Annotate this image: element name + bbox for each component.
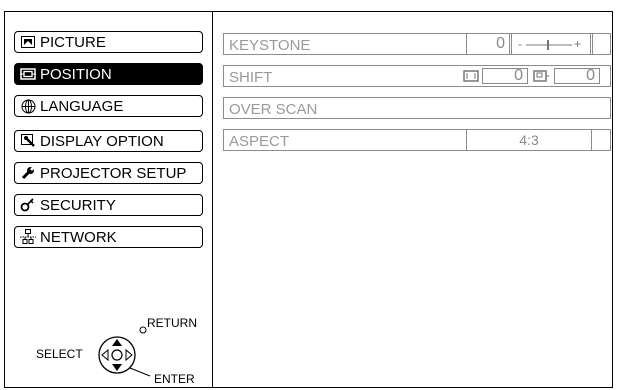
wrench-icon [19, 165, 37, 181]
menu-item-picture[interactable]: PICTURE [14, 31, 203, 53]
keystone-value: 0 [466, 33, 510, 55]
horizontal-shift-value: 0 [482, 68, 528, 84]
keystone-row[interactable]: KEYSTONE 0 - + [223, 33, 611, 55]
aspect-row[interactable]: ASPECT 4:3 [223, 129, 611, 151]
slider-plus: + [574, 37, 581, 51]
overscan-row[interactable]: OVER SCAN [223, 97, 611, 119]
shift-label: SHIFT [229, 69, 273, 86]
display-option-icon [19, 133, 37, 149]
menu-item-label: PICTURE [40, 33, 106, 51]
menu-item-projector-setup[interactable]: PROJECTOR SETUP [14, 162, 203, 184]
menu-item-language[interactable]: LANGUAGE [14, 95, 203, 117]
network-icon [19, 229, 37, 245]
select-label: SELECT [36, 347, 83, 361]
globe-icon [19, 98, 37, 114]
menu-item-label: LANGUAGE [40, 97, 124, 115]
menu-item-position[interactable]: POSITION [14, 63, 203, 85]
menu-item-label: PROJECTOR SETUP [40, 164, 187, 182]
horizontal-shift-icon [462, 69, 480, 87]
panel-divider [212, 11, 213, 388]
enter-label: ENTER [154, 372, 195, 386]
menu-item-label: POSITION [40, 65, 112, 83]
slider-minus: - [518, 37, 522, 51]
overscan-label: OVER SCAN [229, 101, 318, 118]
keystone-slider[interactable]: - + [511, 33, 591, 55]
position-icon [19, 66, 37, 82]
aspect-label: ASPECT [229, 133, 290, 150]
menu-item-label: DISPLAY OPTION [40, 132, 164, 150]
menu-item-label: NETWORK [40, 228, 117, 246]
key-icon [19, 197, 37, 213]
shift-row[interactable]: SHIFT 0 0 [223, 65, 611, 87]
menu-item-label: SECURITY [40, 196, 116, 214]
menu-item-display-option[interactable]: DISPLAY OPTION [14, 130, 203, 152]
menu-item-security[interactable]: SECURITY [14, 194, 203, 216]
menu-item-network[interactable]: NETWORK [14, 226, 203, 248]
vertical-shift-value: 0 [554, 68, 600, 84]
vertical-shift-icon [532, 69, 550, 87]
navigation-pad-icon [98, 326, 151, 377]
keystone-label: KEYSTONE [229, 37, 311, 54]
picture-icon [19, 34, 37, 50]
aspect-value: 4:3 [466, 129, 592, 151]
